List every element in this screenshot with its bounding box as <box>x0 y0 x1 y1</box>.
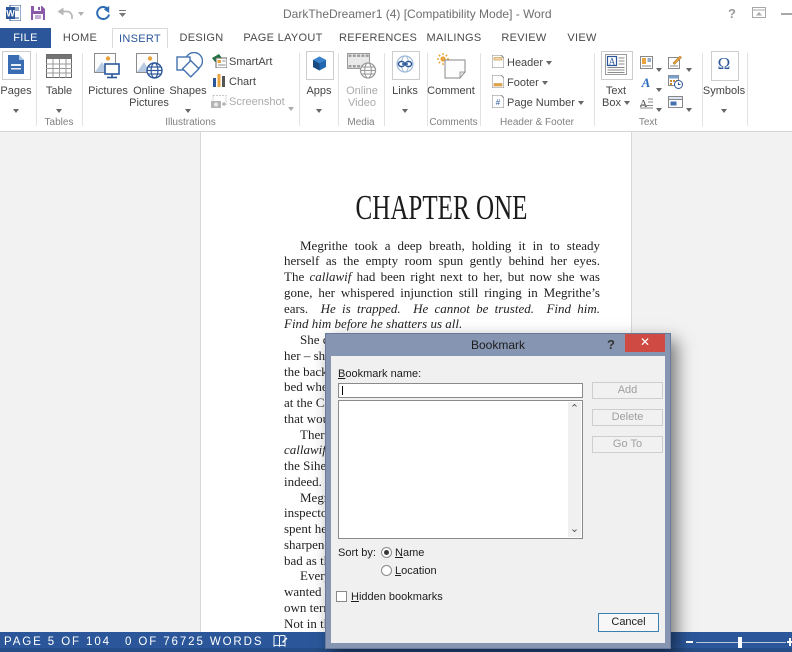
svg-text:A: A <box>641 76 651 88</box>
svg-text:A: A <box>609 57 616 67</box>
svg-text:A: A <box>640 98 648 109</box>
svg-text:W: W <box>6 9 15 19</box>
svg-text:#: # <box>496 98 501 107</box>
